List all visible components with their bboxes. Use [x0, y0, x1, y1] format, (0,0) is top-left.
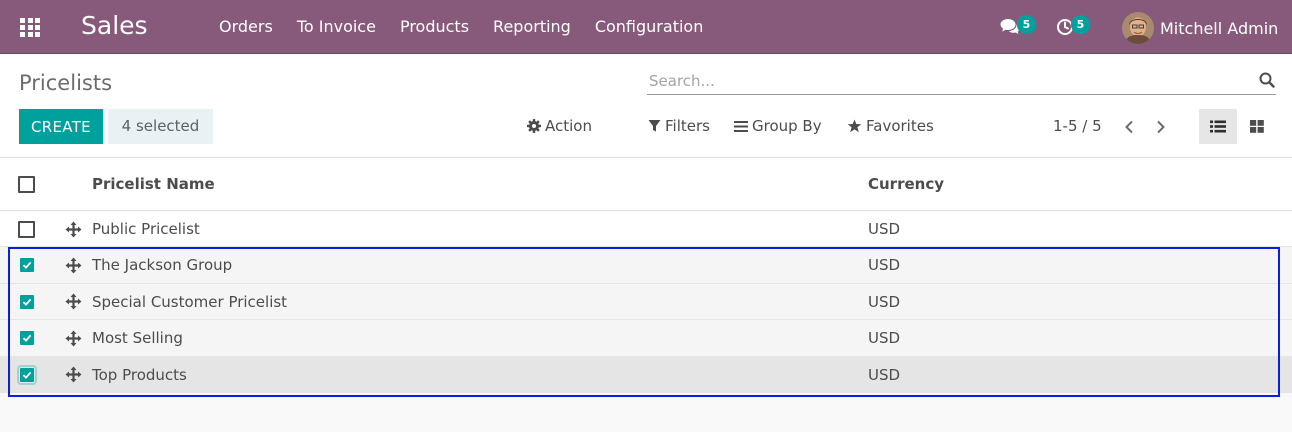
cell-pricelist-name: Public Pricelist — [92, 220, 200, 238]
row-checkbox-checked[interactable] — [20, 258, 34, 273]
kanban-icon — [1250, 120, 1264, 133]
search-icon[interactable] — [1259, 72, 1275, 88]
menu-reporting[interactable]: Reporting — [493, 17, 571, 36]
group-by-label: Group By — [752, 117, 822, 135]
select-all-checkbox[interactable] — [18, 176, 35, 193]
cell-pricelist-name: Special Customer Pricelist — [92, 292, 288, 311]
user-menu[interactable]: Mitchell Admin — [1122, 12, 1278, 44]
search-bar — [647, 68, 1276, 95]
table-row[interactable]: The Jackson Group USD — [0, 247, 1292, 284]
action-dropdown[interactable]: Action — [527, 117, 592, 135]
menu-products[interactable]: Products — [400, 17, 469, 36]
list-view-button[interactable] — [1199, 109, 1237, 144]
gear-icon — [527, 119, 541, 133]
drag-handle-icon[interactable] — [65, 257, 82, 274]
menu-to-invoice[interactable]: To Invoice — [297, 17, 376, 36]
create-button[interactable]: CREATE — [19, 109, 103, 144]
cell-pricelist-name: The Jackson Group — [92, 256, 233, 275]
check-icon — [22, 334, 32, 343]
table-row[interactable]: Public Pricelist USD — [0, 211, 1292, 248]
chevron-left-icon — [1125, 120, 1133, 134]
control-panel: Pricelists CREATE 4 selected Action Filt… — [0, 55, 1292, 158]
filter-icon — [648, 120, 661, 132]
main-menu: Orders To Invoice Products Reporting Con… — [219, 17, 703, 36]
cell-currency: USD — [868, 329, 901, 348]
cell-pricelist-name: Most Selling — [92, 329, 183, 348]
messages-button[interactable]: 5 — [1000, 12, 1036, 42]
column-header-currency[interactable]: Currency — [868, 175, 944, 193]
filters-dropdown[interactable]: Filters — [648, 117, 710, 135]
kanban-view-button[interactable] — [1238, 109, 1276, 144]
table-row[interactable]: Special Customer Pricelist USD — [0, 283, 1292, 321]
table-row[interactable]: Top Products USD — [0, 356, 1292, 393]
cell-pricelist-name: Top Products — [92, 365, 187, 384]
selected-count: 4 selected — [108, 109, 213, 144]
star-icon — [847, 119, 862, 133]
app-brand[interactable]: Sales — [81, 11, 148, 40]
cell-currency: USD — [868, 220, 901, 238]
chevron-right-icon — [1157, 120, 1165, 134]
row-checkbox-checked[interactable] — [20, 294, 34, 309]
favorites-label: Favorites — [866, 117, 934, 135]
filters-label: Filters — [665, 117, 710, 135]
pricelist-table: Pricelist Name Currency Public Pricelist… — [0, 158, 1292, 393]
search-input[interactable] — [647, 68, 1247, 94]
pager-previous-button[interactable] — [1119, 117, 1139, 137]
menu-configuration[interactable]: Configuration — [595, 17, 704, 36]
drag-handle-icon[interactable] — [65, 330, 82, 347]
check-icon — [22, 371, 32, 379]
cell-currency: USD — [868, 365, 901, 384]
list-icon — [1210, 120, 1226, 133]
row-checkbox[interactable] — [18, 220, 35, 238]
drag-handle-icon[interactable] — [65, 221, 82, 238]
table-header: Pricelist Name Currency — [0, 158, 1292, 211]
pager-value[interactable]: 1-5 / 5 — [1053, 117, 1102, 135]
user-name: Mitchell Admin — [1160, 18, 1279, 38]
apps-menu-icon[interactable] — [20, 18, 40, 37]
pager-next-button[interactable] — [1151, 117, 1171, 137]
bars-icon — [734, 120, 748, 132]
column-header-pricelist-name[interactable]: Pricelist Name — [92, 175, 215, 193]
messages-count-badge: 5 — [1017, 15, 1036, 34]
favorites-dropdown[interactable]: Favorites — [847, 117, 934, 135]
check-icon — [22, 298, 32, 306]
row-checkbox-checked[interactable] — [17, 364, 37, 385]
drag-handle-icon[interactable] — [65, 293, 82, 310]
table-row[interactable]: Most Selling USD — [0, 320, 1292, 357]
cell-currency: USD — [868, 256, 901, 275]
drag-handle-icon[interactable] — [65, 366, 82, 383]
avatar — [1122, 12, 1154, 44]
action-label: Action — [545, 117, 592, 135]
menu-orders[interactable]: Orders — [219, 17, 273, 36]
activities-button[interactable]: 5 — [1054, 12, 1090, 42]
top-navbar: Sales Orders To Invoice Products Reporti… — [0, 0, 1292, 54]
cell-currency: USD — [868, 292, 901, 311]
row-checkbox-checked[interactable] — [20, 331, 34, 346]
page-title: Pricelists — [19, 71, 113, 95]
check-icon — [22, 262, 32, 270]
activities-count-badge: 5 — [1071, 15, 1090, 34]
group-by-dropdown[interactable]: Group By — [734, 117, 822, 135]
